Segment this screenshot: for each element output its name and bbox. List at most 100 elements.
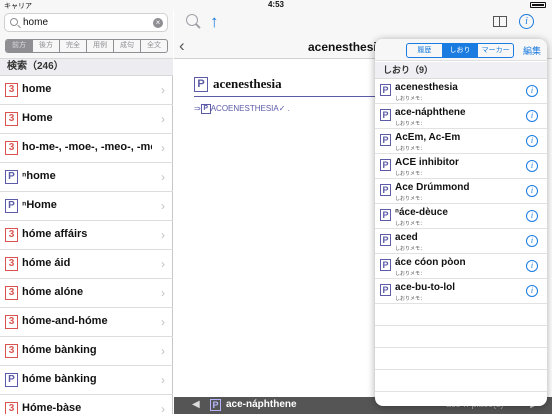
dictionary-badge: 3 xyxy=(5,141,18,155)
chevron-right-icon: › xyxy=(161,199,165,213)
info-icon[interactable]: i xyxy=(519,14,534,29)
chevron-right-icon: › xyxy=(161,257,165,271)
dictionary-badge: 3 xyxy=(5,344,18,358)
bookmark-row[interactable]: P Áce Drúmmond しおりメモ： i xyxy=(375,179,547,204)
info-icon[interactable]: i xyxy=(526,210,538,222)
dictionary-badge: 3 xyxy=(5,315,18,329)
search-mode-3[interactable]: 用例 xyxy=(87,40,114,52)
edit-button[interactable]: 編集 xyxy=(523,44,541,57)
result-word: hóme áid xyxy=(22,257,71,269)
previous-entry-label[interactable]: ace-náphthene xyxy=(226,399,297,410)
result-row[interactable]: 3 ho-me-, -moe-, -meo-, -mo-… › xyxy=(0,134,173,163)
bookmark-word: ace-náphthene xyxy=(395,107,466,118)
chevron-right-icon: › xyxy=(161,373,165,387)
bookmark-word: ACE inhibitor xyxy=(395,157,459,168)
dictionary-badge: P xyxy=(380,209,391,221)
bookmark-word: Áce Drúmmond xyxy=(395,182,470,193)
bookmark-row[interactable]: P ACE inhibitor しおりメモ： i xyxy=(375,154,547,179)
dictionary-badge: 3 xyxy=(5,402,18,414)
previous-entry-icon[interactable]: ◀ xyxy=(192,399,200,410)
popover-tab-1[interactable]: しおり xyxy=(442,44,479,57)
dictionary-badge: 3 xyxy=(5,83,18,97)
result-word: hóme-and-hóme xyxy=(22,315,108,327)
result-word: home xyxy=(22,83,52,95)
info-icon[interactable]: i xyxy=(526,235,538,247)
bookmark-row[interactable]: Paced しおりメモ： i xyxy=(375,229,547,254)
result-row[interactable]: 3 hóme-and-hóme › xyxy=(0,308,173,337)
cross-reference-link[interactable]: ACOENESTHESIA xyxy=(211,104,279,113)
bookmark-row[interactable]: Páce cóon pòon しおりメモ： i xyxy=(375,254,547,279)
search-field[interactable]: home × xyxy=(4,13,168,32)
search-mode-1[interactable]: 後方 xyxy=(33,40,60,52)
search-toolbar: home × 前方 後方 完全 用例 成句 全文 xyxy=(0,10,173,58)
chevron-right-icon: › xyxy=(161,286,165,300)
bookmark-row[interactable]: P AcEm, Ac-Em しおりメモ： i xyxy=(375,129,547,154)
bookmark-word: aced xyxy=(395,232,418,243)
search-mode-selector: 前方 後方 完全 用例 成句 全文 xyxy=(5,39,168,53)
info-icon[interactable]: i xyxy=(526,185,538,197)
popover-tab-0[interactable]: 履歴 xyxy=(407,44,443,57)
bookmark-memo-label: しおりメモ： xyxy=(395,96,426,102)
dictionary-badge: P xyxy=(194,77,208,92)
info-icon[interactable]: i xyxy=(526,135,538,147)
result-row[interactable]: Pⁿhome › xyxy=(0,163,173,192)
dictionary-badge: 3 xyxy=(5,228,18,242)
popover-tab-2[interactable]: マーカー xyxy=(478,44,513,57)
search-mode-4[interactable]: 成句 xyxy=(114,40,141,52)
result-row[interactable]: Phóme bànking › xyxy=(0,366,173,395)
bookmark-row[interactable]: Pace-bu-to-lol しおりメモ： i xyxy=(375,279,547,304)
info-icon[interactable]: i xyxy=(526,160,538,172)
info-icon[interactable]: i xyxy=(526,110,538,122)
bookmark-row[interactable]: Pace-náphthene しおりメモ： i xyxy=(375,104,547,129)
bookmark-word: áce cóon pòon xyxy=(395,257,466,268)
bookmark-word: ace-bu-to-lol xyxy=(395,282,455,293)
dictionary-badge: P xyxy=(380,109,391,121)
dictionary-badge: P xyxy=(380,159,391,171)
result-row[interactable]: 3 hóme alóne › xyxy=(0,279,173,308)
clock: 4:53 xyxy=(267,0,284,9)
chevron-right-icon: › xyxy=(161,344,165,358)
cross-reference-mark: ✓ . xyxy=(278,104,290,114)
clear-search-icon[interactable]: × xyxy=(153,18,163,28)
info-icon[interactable]: i xyxy=(526,85,538,97)
search-mode-2[interactable]: 完全 xyxy=(60,40,87,52)
result-row[interactable]: 3 Home › xyxy=(0,105,173,134)
search-pane: home × 前方 後方 完全 用例 成句 全文 検索（246） 3 home › 3 Home ›… xyxy=(0,10,173,414)
chevron-right-icon: › xyxy=(161,228,165,242)
result-row[interactable]: 3 home › xyxy=(0,76,173,105)
result-row[interactable]: 3 Hóme-bàse › xyxy=(0,395,173,414)
result-word: hóme bànking xyxy=(22,344,97,356)
dictionary-badge: P xyxy=(5,170,18,184)
chevron-right-icon: › xyxy=(161,315,165,329)
bookmark-row[interactable]: Pⁿáce-dèuce しおりメモ： i xyxy=(375,204,547,229)
back-chevron-icon[interactable]: ‹ xyxy=(179,36,185,56)
result-row[interactable]: 3 hóme áid › xyxy=(0,250,173,279)
book-icon[interactable] xyxy=(493,16,507,27)
bookmark-memo-label: しおりメモ： xyxy=(395,246,426,252)
empty-row xyxy=(375,326,547,348)
cross-reference[interactable]: ⇒ P ACOENESTHESIA✓ . xyxy=(194,104,290,114)
result-row[interactable]: PⁿHome › xyxy=(0,192,173,221)
popover-tab-selector: 履歴 しおり マーカー xyxy=(406,43,514,58)
bookmark-row[interactable]: Pacenesthesia しおりメモ： i xyxy=(375,79,547,104)
result-row[interactable]: 3 hóme affáirs › xyxy=(0,221,173,250)
bookmark-memo-label: しおりメモ： xyxy=(395,271,426,277)
search-mode-0[interactable]: 前方 xyxy=(6,40,33,52)
bookmark-memo-label: しおりメモ： xyxy=(395,296,426,302)
search-icon xyxy=(10,18,18,26)
cross-reference-badge: P xyxy=(200,104,211,114)
result-word: ⁿHome xyxy=(22,199,57,211)
popover-toolbar: 履歴 しおり マーカー 編集 xyxy=(375,39,547,61)
dictionary-badge: P xyxy=(5,373,18,387)
main-toolbar: ↑ i xyxy=(174,10,552,35)
empty-row xyxy=(375,304,547,326)
dictionary-badge: 3 xyxy=(5,112,18,126)
search-mode-5[interactable]: 全文 xyxy=(141,40,167,52)
search-icon[interactable] xyxy=(186,14,198,26)
info-icon[interactable]: i xyxy=(526,260,538,272)
headword: acenesthesia xyxy=(213,76,282,91)
jump-up-icon[interactable]: ↑ xyxy=(210,12,219,32)
search-input[interactable]: home xyxy=(23,17,48,28)
info-icon[interactable]: i xyxy=(526,285,538,297)
result-row[interactable]: 3 hóme bànking › xyxy=(0,337,173,366)
